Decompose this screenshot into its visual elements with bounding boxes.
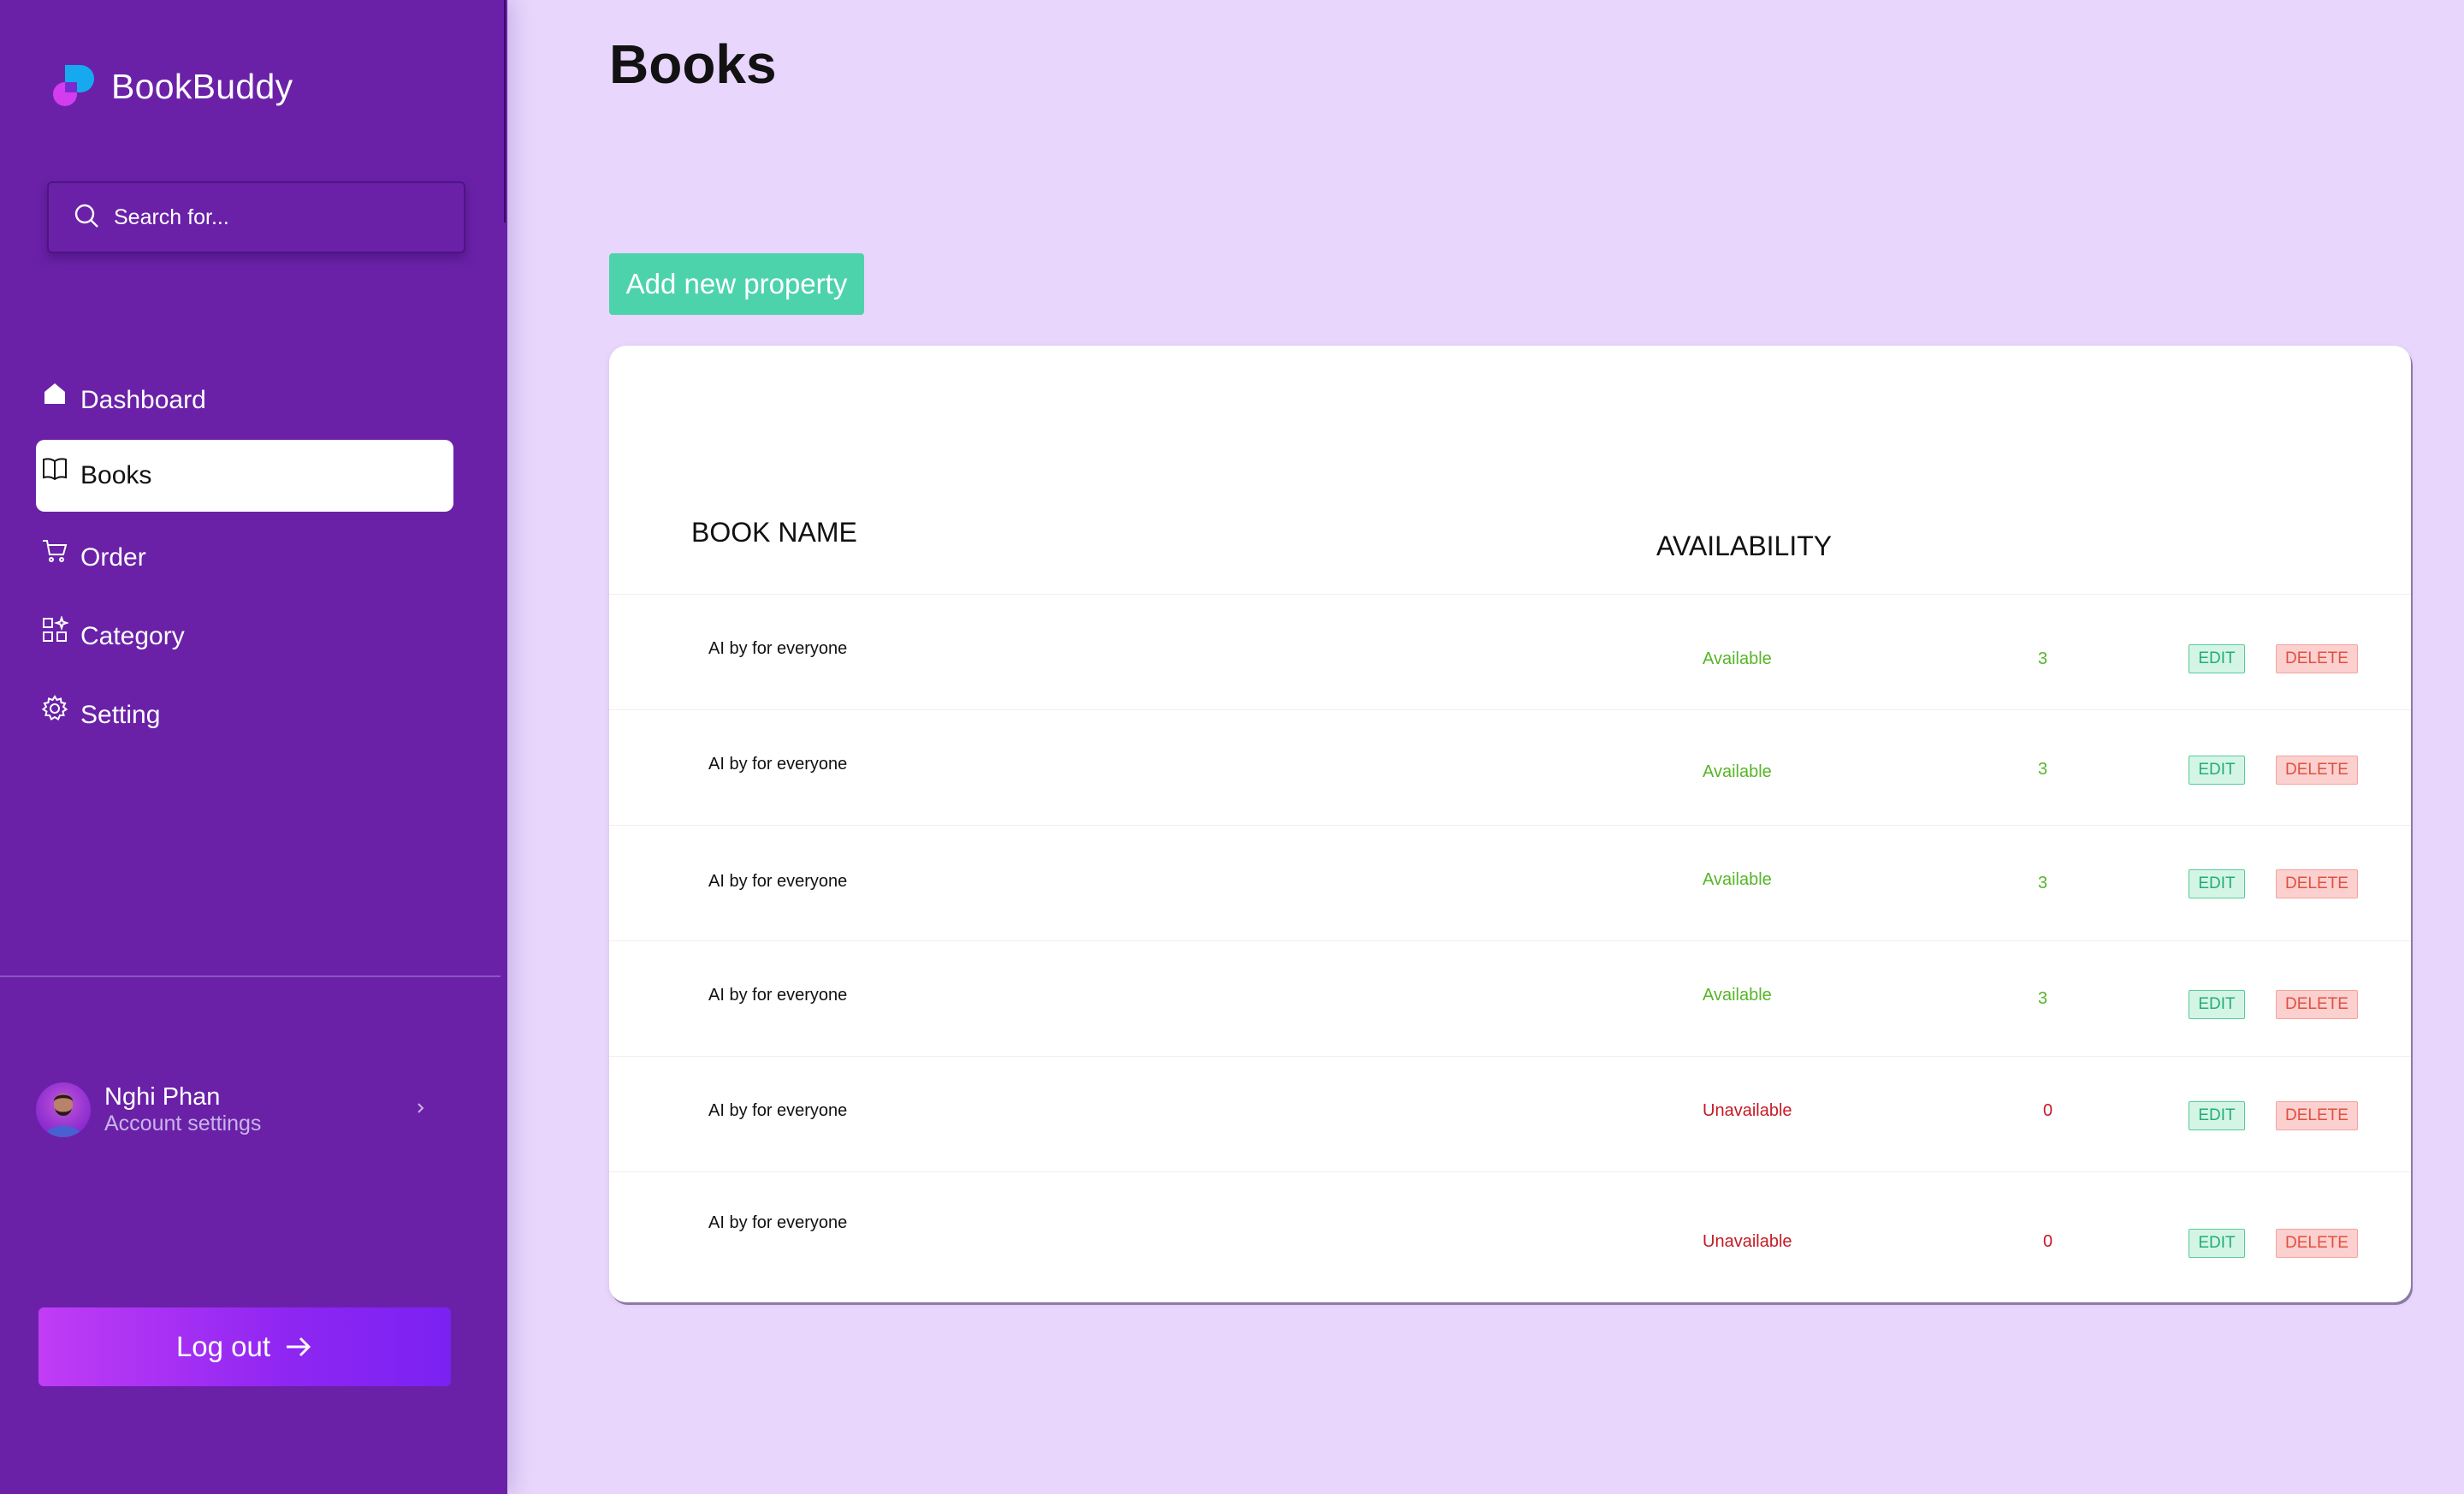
delete-button[interactable]: DELETE [2276, 1101, 2358, 1130]
edit-button[interactable]: EDIT [2189, 756, 2245, 785]
logout-button[interactable]: Log out [38, 1307, 451, 1386]
sidebar-item-setting[interactable]: Setting [36, 679, 453, 751]
table-row: AI by for everyone Unavailable 0 EDIT DE… [609, 1171, 2411, 1300]
quantity: 3 [2038, 874, 2048, 892]
account-settings-link[interactable]: Nghi Phan Account settings [36, 1080, 438, 1140]
books-table: BOOK NAME AVAILABILITY AI by for everyon… [609, 346, 2411, 1302]
search-box[interactable] [47, 181, 465, 253]
sidebar-item-label: Books [80, 461, 152, 489]
app-name: BookBuddy [111, 66, 293, 106]
account-settings-label: Account settings [104, 1112, 262, 1135]
edit-button[interactable]: EDIT [2189, 869, 2245, 898]
sidebar-item-dashboard[interactable]: Dashboard [36, 365, 453, 436]
search-icon [73, 202, 100, 234]
availability-status: Available [1703, 870, 1772, 889]
quantity: 3 [2038, 760, 2048, 779]
table-row: AI by for everyone Available 3 EDIT DELE… [609, 940, 2411, 1056]
sidebar-item-label: Setting [80, 701, 161, 729]
sidebar-item-category[interactable]: Category [36, 601, 453, 673]
edit-button[interactable]: EDIT [2189, 1229, 2245, 1258]
sidebar-edge [504, 0, 506, 222]
edit-button[interactable]: EDIT [2189, 644, 2245, 673]
edit-button[interactable]: EDIT [2189, 990, 2245, 1019]
quantity: 0 [2043, 1232, 2053, 1251]
book-icon [41, 455, 70, 484]
availability-status: Available [1703, 762, 1772, 781]
delete-button[interactable]: DELETE [2276, 756, 2358, 785]
logo-icon [51, 62, 101, 111]
book-name: AI by for everyone [708, 755, 848, 774]
category-icon [41, 616, 70, 645]
arrow-right-icon [284, 1334, 313, 1360]
app-logo[interactable]: BookBuddy [51, 62, 293, 111]
book-name: AI by for everyone [708, 639, 848, 658]
sidebar-item-order[interactable]: Order [36, 522, 453, 594]
sidebar: BookBuddy Dashboard Books Orde [0, 0, 507, 1494]
table-row: AI by for everyone Available 3 EDIT DELE… [609, 709, 2411, 825]
sidebar-item-label: Order [80, 543, 146, 572]
add-new-property-button[interactable]: Add new property [609, 253, 864, 315]
avatar [36, 1082, 91, 1137]
sidebar-item-label: Dashboard [80, 386, 206, 414]
logout-label: Log out [175, 1331, 271, 1362]
quantity: 0 [2043, 1101, 2053, 1120]
sidebar-item-label: Category [80, 622, 185, 650]
column-header-book-name: BOOK NAME [691, 517, 857, 548]
profile-text: Nghi Phan Account settings [104, 1083, 261, 1136]
availability-status: Available [1703, 649, 1772, 668]
chevron-right-icon [415, 1099, 427, 1123]
availability-status: Unavailable [1703, 1101, 1792, 1120]
column-header-availability: AVAILABILITY [1656, 531, 1833, 561]
availability-status: Available [1703, 986, 1772, 1005]
quantity: 3 [2038, 989, 2048, 1008]
gear-icon [41, 695, 70, 724]
page-title: Books [609, 33, 777, 95]
book-name: AI by for everyone [708, 1101, 848, 1120]
delete-button[interactable]: DELETE [2276, 1229, 2358, 1258]
search-input[interactable] [114, 205, 439, 230]
table-row: AI by for everyone Available 3 EDIT DELE… [609, 594, 2411, 709]
availability-status: Unavailable [1703, 1232, 1792, 1251]
user-name: Nghi Phan [104, 1083, 221, 1111]
book-name: AI by for everyone [708, 1213, 848, 1232]
table-row: AI by for everyone Unavailable 0 EDIT DE… [609, 1056, 2411, 1171]
delete-button[interactable]: DELETE [2276, 990, 2358, 1019]
sidebar-item-books[interactable]: Books [36, 440, 453, 512]
book-name: AI by for everyone [708, 872, 848, 891]
edit-button[interactable]: EDIT [2189, 1101, 2245, 1130]
delete-button[interactable]: DELETE [2276, 644, 2358, 673]
quantity: 3 [2038, 649, 2048, 668]
table-row: AI by for everyone Available 3 EDIT DELE… [609, 825, 2411, 940]
book-name: AI by for everyone [708, 986, 848, 1005]
delete-button[interactable]: DELETE [2276, 869, 2358, 898]
home-icon [41, 380, 70, 409]
cart-icon [41, 537, 70, 566]
sidebar-divider [0, 975, 500, 977]
